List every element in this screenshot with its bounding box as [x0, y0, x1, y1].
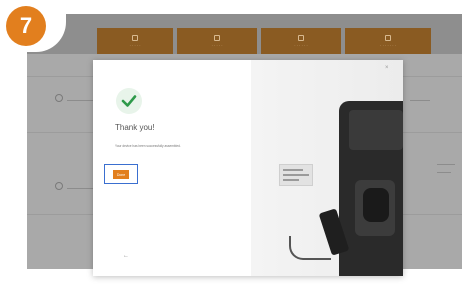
confirmation-modal: Thank you! Your device has been successf… — [93, 60, 403, 276]
device-lens-inner — [363, 188, 389, 222]
label-line — [283, 169, 303, 171]
background-item-label — [67, 100, 93, 101]
nav-tab-1[interactable]: · · · · · — [97, 28, 173, 54]
nav-tab-icon — [214, 34, 220, 41]
nav-tab-label: · · · · · — [129, 42, 141, 48]
nav-tab-label: · · · · · — [211, 42, 223, 48]
step-number-badge: 7 — [6, 6, 46, 46]
check-icon — [116, 88, 142, 114]
background-item-icon — [55, 94, 63, 102]
device-top-panel — [349, 110, 403, 150]
modal-message: Your device has been successfully assemb… — [115, 144, 181, 148]
background-item-icon — [55, 182, 63, 190]
label-line — [283, 179, 299, 181]
label-line — [283, 174, 309, 176]
step-badge-container: 7 — [0, 0, 66, 52]
device-cable — [289, 236, 331, 260]
modal-title: Thank you! — [115, 123, 155, 132]
back-arrow-icon[interactable]: ← — [123, 253, 129, 259]
modal-content-panel: Thank you! Your device has been successf… — [93, 60, 251, 276]
nav-tab-label: · · · · · · · — [380, 42, 396, 48]
nav-tab-label: · · · · · · — [294, 42, 308, 48]
top-navigation: · · · · · · · · · · · · · · · · · · · · … — [27, 14, 462, 54]
nav-tab-3[interactable]: · · · · · · — [261, 28, 341, 54]
background-item-label — [437, 164, 455, 165]
background-item-label — [67, 188, 93, 189]
nav-tab-icon — [132, 34, 138, 41]
nav-tab-icon — [385, 34, 391, 41]
background-item-label — [410, 100, 430, 101]
background-item-label — [437, 172, 451, 173]
check-mark-svg — [121, 95, 137, 107]
close-icon[interactable]: × — [385, 65, 389, 71]
nav-tab-4[interactable]: · · · · · · · — [345, 28, 431, 54]
device-label-tag — [279, 164, 313, 186]
done-button[interactable]: Done — [113, 170, 129, 179]
nav-tab-icon — [298, 34, 304, 41]
step-number: 7 — [19, 13, 33, 38]
nav-tab-2[interactable]: · · · · · — [177, 28, 257, 54]
